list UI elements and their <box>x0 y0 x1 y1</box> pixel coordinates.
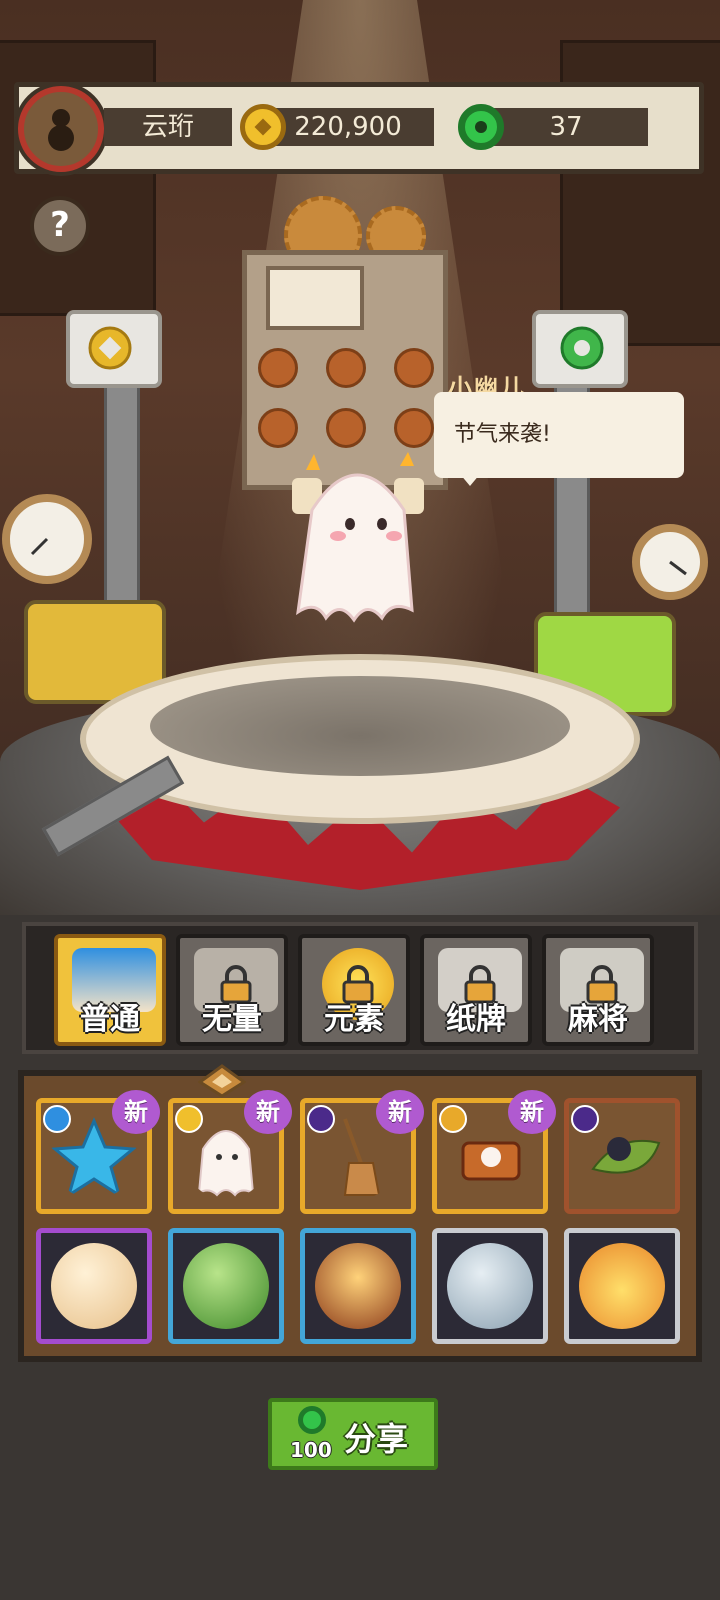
selector-diamond-icon <box>198 1064 246 1098</box>
new-badge: 新 <box>376 1090 424 1134</box>
new-badge: 新 <box>508 1090 556 1134</box>
charm-icon <box>183 1243 269 1329</box>
item-flame-orb[interactable] <box>564 1228 680 1344</box>
earth-element-icon <box>439 1105 467 1133</box>
jade-amount: 37 <box>484 108 648 146</box>
jade-coin-icon <box>458 104 504 150</box>
ghost-npc[interactable] <box>282 450 432 626</box>
tab-mahjong[interactable]: 麻将 <box>542 934 654 1046</box>
tab-normal[interactable]: 普通 <box>54 934 166 1046</box>
tab-label: 元素 <box>324 1002 384 1037</box>
sword-icon <box>51 1243 137 1329</box>
jade-coin-icon <box>298 1406 326 1434</box>
panel-knob <box>326 408 366 448</box>
panel-knob <box>394 408 434 448</box>
moon-element-icon <box>571 1105 599 1133</box>
flame-icon <box>579 1243 665 1329</box>
tab-wuliang[interactable]: 无量 <box>176 934 288 1046</box>
new-badge: 新 <box>244 1090 292 1134</box>
new-badge: 新 <box>112 1090 160 1134</box>
jade-pump <box>532 310 628 388</box>
panel-knob <box>326 348 366 388</box>
item-sword-orb[interactable] <box>36 1228 152 1344</box>
item-blade-orb[interactable] <box>432 1228 548 1344</box>
panel-knob <box>394 348 434 388</box>
gold-coin-icon <box>240 104 286 150</box>
tab-label: 普通 <box>80 1002 140 1037</box>
moon-element-icon <box>307 1105 335 1133</box>
panel-knob <box>258 348 298 388</box>
gold-amount: 220,900 <box>262 108 434 146</box>
avatar[interactable] <box>18 86 104 172</box>
player-name: 云珩 <box>104 108 232 146</box>
share-label: 分享 <box>344 1420 409 1458</box>
item-green-charm-orb[interactable] <box>168 1228 284 1344</box>
tab-label: 无量 <box>202 1002 262 1037</box>
tab-label: 纸牌 <box>446 1002 506 1037</box>
tab-element[interactable]: 元素 <box>298 934 410 1046</box>
pipe-left <box>104 380 140 616</box>
panel-knob <box>258 408 298 448</box>
panel-meter <box>266 266 364 330</box>
speech-bubble: 节气来袭! <box>434 392 684 486</box>
water-element-icon <box>43 1105 71 1133</box>
item-bomb-leaf-card[interactable] <box>564 1098 680 1214</box>
help-button[interactable]: ? <box>30 196 90 256</box>
pressure-gauge-left <box>2 494 92 584</box>
summon-ring-hole <box>150 676 570 776</box>
tab-label: 麻将 <box>568 1002 628 1037</box>
speech-text: 节气来袭! <box>454 422 551 447</box>
light-element-icon <box>175 1105 203 1133</box>
share-cost: 100 <box>290 1438 332 1462</box>
pressure-gauge-right <box>632 524 708 600</box>
blade-icon <box>447 1243 533 1329</box>
fire-wok-icon <box>315 1243 401 1329</box>
item-fire-wok-orb[interactable] <box>300 1228 416 1344</box>
tab-cards[interactable]: 纸牌 <box>420 934 532 1046</box>
gourd-icon <box>48 109 74 151</box>
gold-pump <box>66 310 162 388</box>
